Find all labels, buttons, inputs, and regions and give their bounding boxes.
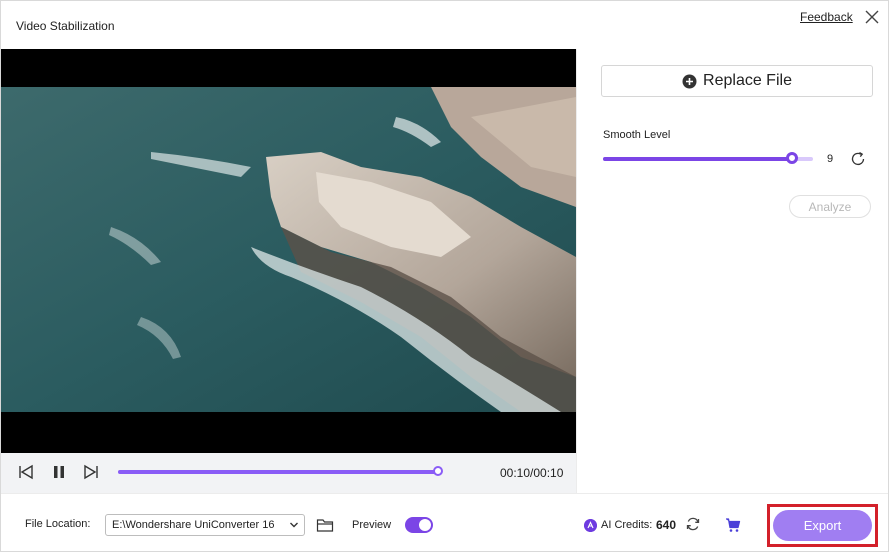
file-location-select[interactable]: E:\Wondershare UniConverter 16 (105, 514, 305, 536)
timeline-progress (118, 470, 438, 474)
window-title: Video Stabilization (16, 19, 115, 33)
smooth-level-handle[interactable] (786, 152, 798, 164)
playback-bar: 00:10/00:10 (1, 453, 576, 493)
title-bar: Video Stabilization Feedback (1, 1, 888, 49)
video-stabilization-window: Video Stabilization Feedback 00:10/00:10… (0, 0, 889, 552)
ai-credits-value: 640 (656, 518, 677, 532)
skip-next-icon[interactable] (82, 463, 100, 481)
ai-credits-icon (584, 519, 597, 532)
skip-previous-icon[interactable] (17, 463, 35, 481)
smooth-level-slider[interactable] (603, 152, 813, 164)
plus-circle-icon (682, 74, 697, 88)
preview-toggle-knob (419, 519, 431, 531)
chevron-down-icon (290, 522, 298, 528)
timeline-handle[interactable] (433, 466, 443, 476)
preview-toggle[interactable] (405, 517, 433, 533)
footer-bar: File Location: E:\Wondershare UniConvert… (1, 493, 888, 551)
export-highlight: Export (767, 504, 878, 547)
video-preview (1, 49, 576, 453)
preview-label: Preview (352, 519, 392, 531)
timeline-slider[interactable] (118, 466, 443, 476)
settings-panel: Replace File Smooth Level 9 Analyze (576, 49, 888, 493)
ai-credits-label: AI Credits: (601, 519, 653, 531)
reset-icon[interactable] (849, 150, 867, 168)
replace-file-button[interactable]: Replace File (601, 65, 873, 97)
export-button[interactable]: Export (773, 510, 872, 541)
analyze-button[interactable]: Analyze (789, 195, 871, 218)
folder-icon[interactable] (316, 517, 334, 533)
smooth-level-value: 9 (827, 153, 834, 165)
smooth-level-label: Smooth Level (603, 129, 671, 141)
file-location-value: E:\Wondershare UniConverter 16 (112, 519, 275, 531)
refresh-icon[interactable] (685, 516, 701, 532)
replace-file-label: Replace File (703, 72, 792, 89)
pause-icon[interactable] (50, 463, 68, 481)
video-frame (1, 87, 576, 412)
close-icon[interactable] (863, 8, 881, 26)
playback-time: 00:10/00:10 (500, 466, 564, 480)
cart-icon[interactable] (725, 517, 741, 533)
smooth-level-fill (603, 157, 792, 161)
file-location-label: File Location: (25, 518, 91, 530)
feedback-link[interactable]: Feedback (800, 10, 853, 24)
